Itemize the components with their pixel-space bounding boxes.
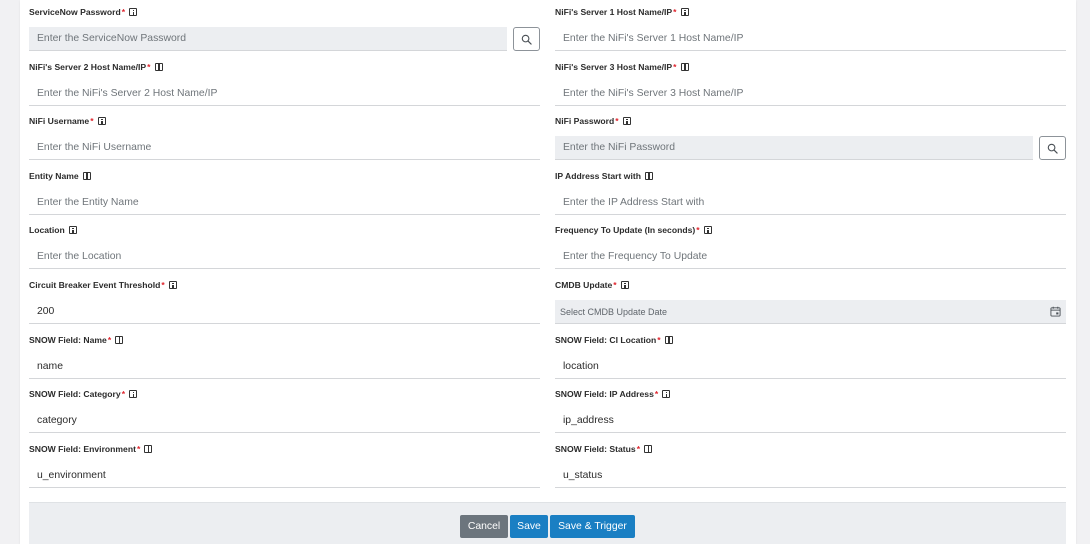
ip-address-start-input[interactable] (555, 190, 1066, 215)
required-marker: * (613, 280, 617, 290)
field-label-text: SNOW Field: CI Location (555, 334, 657, 345)
calendar-icon[interactable] (1050, 306, 1061, 317)
field-label-text: NiFi's Server 3 Host Name/IP (555, 61, 673, 72)
field-label-text: Location (29, 225, 65, 236)
info-icon[interactable] (680, 8, 689, 16)
field-label: IP Address Start with (555, 169, 653, 183)
field-label: Entity Name (29, 169, 91, 183)
search-button[interactable] (513, 27, 540, 51)
field-label-text: Entity Name (29, 170, 79, 181)
snow-field-status-input[interactable] (555, 463, 1066, 488)
required-marker: * (654, 389, 659, 400)
field-label-text: ServiceNow Password (29, 7, 121, 17)
required-marker: * (136, 443, 141, 454)
cancel-button[interactable]: Cancel (460, 515, 508, 538)
required-marker: * (107, 334, 112, 345)
nifi-server1-host-input[interactable] (555, 27, 1066, 51)
field-label-text: SNOW Field: Environment (29, 443, 136, 454)
field-label: Circuit Breaker Event Threshold * (29, 278, 177, 292)
field-label-text: IP Address Start with (555, 170, 641, 181)
cmdb-update-date-input[interactable]: Select CMDB Update Date (555, 300, 1066, 324)
search-button[interactable] (1039, 136, 1066, 161)
field-label-text: Circuit Breaker Event Threshold (29, 280, 161, 290)
form-footer: Cancel Save Save & Trigger (29, 502, 1066, 544)
search-icon (521, 34, 532, 45)
field-label-text: SNOW Field: Status (555, 443, 636, 454)
required-marker: * (121, 7, 126, 17)
field-label: ServiceNow Password * (29, 5, 138, 19)
field-label: SNOW Field: Category * (29, 387, 138, 401)
info-icon[interactable] (620, 281, 629, 289)
info-icon[interactable] (144, 444, 153, 453)
field-label-text: CMDB Update (555, 280, 613, 290)
info-icon[interactable] (129, 390, 138, 399)
entity-name-input[interactable] (29, 190, 540, 215)
required-marker: * (636, 443, 641, 454)
required-marker: * (673, 61, 677, 72)
circuit-breaker-threshold-input[interactable] (29, 300, 540, 324)
snow-field-ip-address-input[interactable] (555, 409, 1066, 434)
info-icon[interactable] (622, 117, 631, 126)
field-label: SNOW Field: Status * (555, 442, 653, 456)
info-icon[interactable] (703, 226, 712, 235)
snow-field-environment-input[interactable] (29, 463, 540, 488)
field-label-text: NiFi's Server 1 Host Name/IP (555, 7, 673, 17)
field-label: Location (29, 223, 77, 237)
info-icon[interactable] (68, 226, 77, 235)
info-icon[interactable] (644, 171, 653, 180)
info-icon[interactable] (129, 8, 138, 16)
field-label: NiFi Username * (29, 114, 106, 128)
frequency-to-update-input[interactable] (555, 245, 1066, 270)
snow-field-category-input[interactable] (29, 409, 540, 434)
field-label: CMDB Update * (555, 278, 629, 292)
field-label: Frequency To Update (In seconds) * (555, 223, 712, 237)
required-marker: * (615, 116, 619, 127)
save-and-trigger-button[interactable]: Save & Trigger (550, 515, 635, 538)
field-label: NiFi's Server 1 Host Name/IP * (555, 5, 689, 19)
info-icon[interactable] (168, 281, 177, 289)
settings-form-card: ServiceNow Password*NiFi's Server 1 Host… (20, 0, 1076, 544)
field-label-text: NiFi Username (29, 116, 90, 127)
info-icon[interactable] (664, 335, 673, 344)
field-label: SNOW Field: IP Address * (555, 387, 671, 401)
nifi-username-input[interactable] (29, 136, 540, 161)
servicenow-password-input[interactable] (29, 27, 507, 51)
info-icon[interactable] (82, 171, 91, 180)
required-marker: * (696, 225, 700, 236)
field-label-text: NiFi Password (555, 116, 615, 127)
date-placeholder: Select CMDB Update Date (560, 306, 668, 317)
field-label-text: NiFi's Server 2 Host Name/IP (29, 61, 147, 72)
field-label: SNOW Field: Name * (29, 333, 124, 347)
field-label-text: SNOW Field: IP Address (555, 389, 654, 400)
snow-field-ci-location-input[interactable] (555, 354, 1066, 379)
location-input[interactable] (29, 245, 540, 270)
info-icon[interactable] (680, 62, 689, 71)
field-label-text: Frequency To Update (In seconds) (555, 225, 696, 236)
field-label-text: SNOW Field: Category (29, 389, 121, 400)
search-icon (1047, 143, 1058, 154)
required-marker: * (673, 7, 677, 17)
info-icon[interactable] (115, 335, 124, 344)
required-marker: * (657, 334, 661, 345)
required-marker: * (90, 116, 94, 127)
nifi-server3-host-input[interactable] (555, 81, 1066, 106)
field-label: NiFi's Server 3 Host Name/IP * (555, 60, 689, 74)
snow-field-name-input[interactable] (29, 354, 540, 379)
info-icon[interactable] (97, 117, 106, 126)
field-label: SNOW Field: Environment * (29, 442, 153, 456)
required-marker: * (161, 280, 165, 290)
required-marker: * (147, 61, 151, 72)
info-icon[interactable] (644, 444, 653, 453)
field-label: NiFi Password * (555, 114, 631, 128)
info-icon[interactable] (662, 390, 671, 399)
save-button[interactable]: Save (510, 515, 548, 538)
nifi-server2-host-input[interactable] (29, 81, 540, 106)
nifi-password-input[interactable] (555, 136, 1033, 161)
info-icon[interactable] (154, 62, 163, 71)
field-label-text: SNOW Field: Name (29, 334, 107, 345)
field-label: NiFi's Server 2 Host Name/IP * (29, 60, 163, 74)
field-label: SNOW Field: CI Location * (555, 333, 673, 347)
required-marker: * (121, 389, 126, 400)
